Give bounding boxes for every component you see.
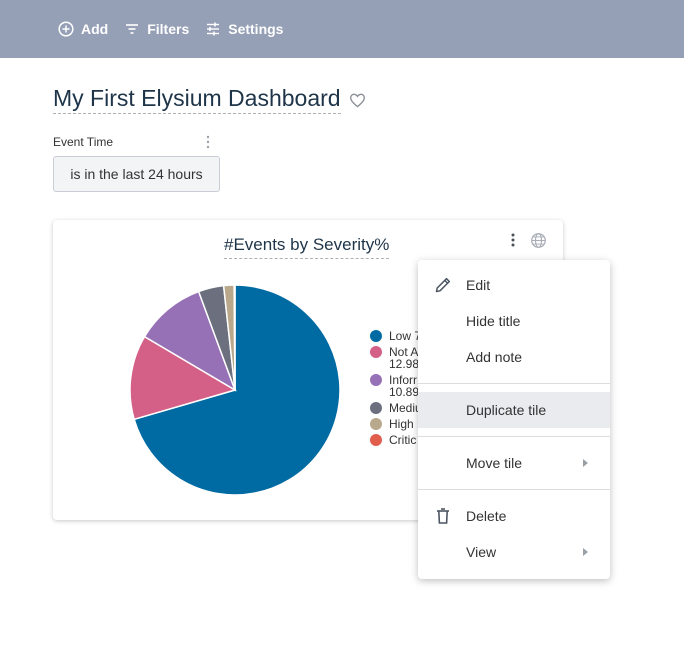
filter-more-icon[interactable] — [205, 135, 211, 149]
legend-text: Not A 12.98 — [389, 346, 419, 370]
menu-item-move-tile-label: Move tile — [466, 455, 523, 471]
event-time-filter-chip[interactable]: is in the last 24 hours — [53, 156, 220, 192]
filters-button-label: Filters — [147, 21, 190, 37]
legend-swatch — [370, 330, 382, 342]
settings-button[interactable]: Settings — [205, 21, 283, 37]
settings-button-label: Settings — [228, 21, 284, 37]
filter-label: Event Time — [53, 135, 114, 149]
menu-item-hide-title-label: Hide title — [466, 313, 521, 329]
tile-context-menu: Edit Hide title Add note Duplicate tile … — [418, 260, 610, 579]
legend-swatch — [370, 346, 382, 358]
dashboard-title-row: My First Elysium Dashboard — [53, 84, 366, 114]
legend-text: Inforr 10.89 — [389, 374, 419, 398]
filters-button[interactable]: Filters — [124, 21, 189, 37]
menu-item-edit-label: Edit — [466, 277, 491, 293]
add-button-label: Add — [81, 21, 109, 37]
dashboard-title[interactable]: My First Elysium Dashboard — [53, 84, 341, 114]
chevron-right-icon — [583, 459, 588, 467]
legend-text: Low 7 — [389, 330, 420, 342]
tile-title[interactable]: #Events by Severity% — [224, 233, 390, 259]
menu-item-hide-title[interactable]: Hide title — [418, 303, 610, 339]
plus-circle-icon — [58, 21, 74, 37]
legend-item[interactable]: Not A 12.98 — [370, 346, 420, 370]
chevron-right-icon — [583, 548, 588, 556]
menu-separator — [418, 489, 610, 490]
menu-item-move-tile[interactable]: Move tile — [418, 445, 610, 481]
menu-item-delete[interactable]: Delete — [418, 498, 610, 534]
menu-item-add-note-label: Add note — [466, 349, 523, 365]
heart-icon[interactable] — [349, 93, 366, 108]
menu-item-view[interactable]: View — [418, 534, 610, 570]
severity-pie-chart — [129, 284, 341, 496]
legend-item[interactable]: Inforr 10.89 — [370, 374, 420, 398]
legend-item[interactable]: Mediu — [370, 402, 420, 414]
legend-swatch — [370, 418, 382, 430]
add-button[interactable]: Add — [58, 21, 108, 37]
menu-item-edit[interactable]: Edit — [418, 267, 610, 303]
legend-value: 12.98 — [389, 357, 420, 371]
legend-swatch — [370, 374, 382, 386]
menu-item-duplicate-tile-label: Duplicate tile — [466, 402, 547, 418]
menu-item-add-note[interactable]: Add note — [418, 339, 610, 375]
legend-text: High — [389, 418, 414, 430]
legend-label: Critic — [389, 433, 417, 447]
pie-slice-critical[interactable] — [233, 284, 236, 391]
legend-label: Low 7 — [389, 330, 420, 343]
legend-swatch — [370, 402, 382, 414]
sliders-icon — [207, 22, 220, 36]
legend-swatch — [370, 434, 382, 446]
top-toolbar: Add Filters Settings — [0, 0, 684, 58]
trash-icon — [437, 508, 449, 524]
menu-item-view-label: View — [466, 544, 497, 560]
menu-item-duplicate-tile[interactable]: Duplicate tile — [418, 392, 610, 428]
legend-item[interactable]: High — [370, 418, 420, 430]
pencil-icon — [435, 277, 451, 293]
filter-icon — [126, 24, 139, 34]
menu-separator — [418, 436, 610, 437]
pie-legend: Low 7 Not A 12.98 Inforr 10.89 Mediu High Criti… — [370, 330, 420, 450]
menu-separator — [418, 383, 610, 384]
globe-icon[interactable] — [530, 232, 547, 249]
legend-text: Mediu — [389, 402, 420, 414]
menu-item-delete-label: Delete — [466, 508, 507, 524]
legend-item[interactable]: Low 7 — [370, 330, 420, 342]
legend-label: Mediu — [389, 401, 420, 415]
legend-item[interactable]: Critic — [370, 434, 420, 446]
legend-label: High — [389, 417, 414, 431]
legend-text: Critic — [389, 434, 416, 446]
tile-more-icon[interactable] — [510, 233, 516, 247]
legend-value: 10.89 — [389, 385, 420, 399]
